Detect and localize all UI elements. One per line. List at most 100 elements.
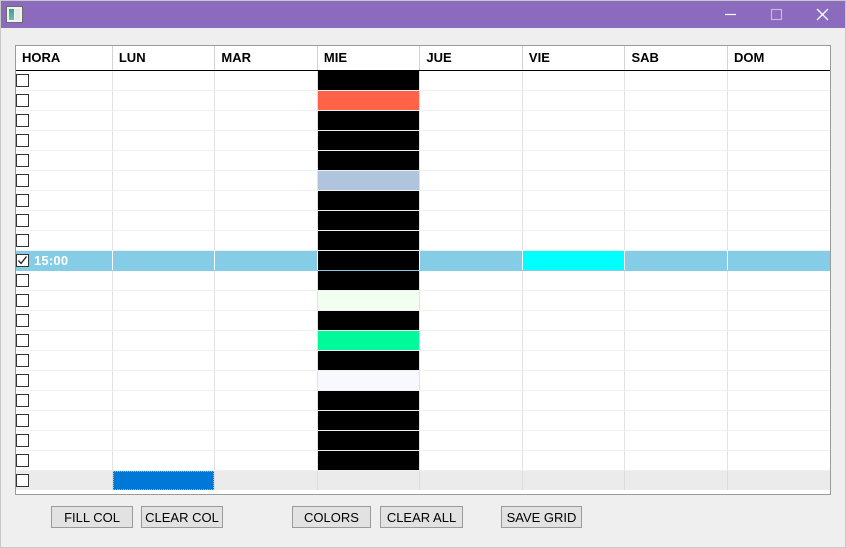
row-checkbox[interactable]	[16, 373, 29, 387]
cell-dom[interactable]	[727, 230, 830, 251]
cell-mar[interactable]	[214, 430, 318, 451]
cell-jue[interactable]	[419, 130, 523, 151]
cell-sab[interactable]	[624, 350, 728, 371]
cell-vie[interactable]	[522, 210, 626, 231]
cell-jue[interactable]	[419, 170, 523, 191]
table-row[interactable]	[16, 469, 830, 490]
cell-mie[interactable]	[317, 210, 421, 231]
column-header-jue[interactable]: JUE	[419, 46, 523, 71]
cell-sab[interactable]	[624, 370, 728, 391]
cell-dom[interactable]	[727, 190, 830, 211]
table-row[interactable]	[16, 210, 830, 231]
cell-dom[interactable]	[727, 150, 830, 171]
cell-lun[interactable]	[112, 190, 216, 211]
cell-jue[interactable]	[419, 210, 523, 231]
cell-vie[interactable]	[522, 350, 626, 371]
cell-hora[interactable]	[16, 110, 113, 131]
row-checkbox[interactable]	[16, 273, 29, 287]
cell-dom[interactable]	[727, 310, 830, 331]
cell-lun[interactable]	[112, 310, 216, 331]
cell-vie[interactable]	[522, 430, 626, 451]
cell-hora[interactable]	[16, 290, 113, 311]
cell-jue[interactable]	[419, 430, 523, 451]
cell-mar[interactable]	[214, 270, 318, 291]
column-header-sab[interactable]: SAB	[624, 46, 728, 71]
cell-lun[interactable]	[112, 290, 216, 311]
cell-sab[interactable]	[624, 469, 728, 490]
row-checkbox[interactable]	[16, 453, 29, 467]
cell-mar[interactable]	[214, 170, 318, 191]
table-row[interactable]	[16, 230, 830, 251]
cell-mie[interactable]	[317, 190, 421, 211]
cell-jue[interactable]	[419, 370, 523, 391]
table-row[interactable]	[16, 410, 830, 431]
cell-sab[interactable]	[624, 290, 728, 311]
cell-lun[interactable]	[112, 70, 216, 91]
cell-mie[interactable]	[317, 150, 421, 171]
cell-mie[interactable]	[317, 290, 421, 311]
cell-mie[interactable]	[317, 450, 421, 471]
cell-mie[interactable]	[317, 250, 421, 271]
table-row[interactable]	[16, 390, 830, 411]
cell-vie[interactable]	[522, 250, 626, 271]
cell-mie[interactable]	[317, 330, 421, 351]
colors-button[interactable]: COLORS	[292, 506, 371, 528]
cell-sab[interactable]	[624, 210, 728, 231]
cell-lun[interactable]	[112, 250, 216, 271]
cell-sab[interactable]	[624, 410, 728, 431]
minimize-button[interactable]	[707, 1, 753, 28]
table-row[interactable]	[16, 430, 830, 451]
row-checkbox[interactable]	[16, 113, 29, 127]
cell-mar[interactable]	[214, 90, 318, 111]
maximize-button[interactable]	[753, 1, 799, 28]
cell-vie[interactable]	[522, 150, 626, 171]
cell-jue[interactable]	[419, 410, 523, 431]
cell-mie[interactable]	[317, 390, 421, 411]
cell-hora[interactable]	[16, 70, 113, 91]
cell-sab[interactable]	[624, 110, 728, 131]
cell-lun[interactable]	[112, 110, 216, 131]
cell-vie[interactable]	[522, 270, 626, 291]
cell-dom[interactable]	[727, 270, 830, 291]
cell-mie[interactable]	[317, 310, 421, 331]
cell-hora[interactable]	[16, 330, 113, 351]
cell-dom[interactable]	[727, 130, 830, 151]
cell-mar[interactable]	[214, 230, 318, 251]
cell-lun[interactable]	[112, 390, 216, 411]
cell-mie[interactable]	[317, 90, 421, 111]
cell-hora[interactable]	[16, 430, 113, 451]
cell-dom[interactable]	[727, 70, 830, 91]
clear-col-button[interactable]: CLEAR COL	[141, 506, 223, 528]
fill-col-button[interactable]: FILL COL	[51, 506, 133, 528]
cell-jue[interactable]	[419, 270, 523, 291]
cell-jue[interactable]	[419, 390, 523, 411]
cell-sab[interactable]	[624, 190, 728, 211]
cell-vie[interactable]	[522, 110, 626, 131]
cell-sab[interactable]	[624, 250, 728, 271]
row-checkbox[interactable]	[16, 353, 29, 367]
cell-mie[interactable]	[317, 430, 421, 451]
save-grid-button[interactable]: SAVE GRID	[501, 506, 582, 528]
cell-vie[interactable]	[522, 390, 626, 411]
cell-jue[interactable]	[419, 90, 523, 111]
cell-mar[interactable]	[214, 330, 318, 351]
cell-hora[interactable]	[16, 270, 113, 291]
cell-dom[interactable]	[727, 210, 830, 231]
cell-dom[interactable]	[727, 410, 830, 431]
cell-dom[interactable]	[727, 90, 830, 111]
cell-mie[interactable]	[317, 110, 421, 131]
cell-vie[interactable]	[522, 130, 626, 151]
cell-mie[interactable]	[317, 170, 421, 191]
cell-mar[interactable]	[214, 210, 318, 231]
row-checkbox[interactable]	[16, 473, 29, 487]
cell-lun[interactable]	[112, 210, 216, 231]
cell-lun[interactable]	[112, 130, 216, 151]
cell-mie[interactable]	[317, 270, 421, 291]
row-checkbox[interactable]	[16, 413, 29, 427]
cell-hora[interactable]	[16, 170, 113, 191]
row-checkbox[interactable]	[16, 173, 29, 187]
cell-dom[interactable]	[727, 290, 830, 311]
cell-hora[interactable]	[16, 370, 113, 391]
cell-hora[interactable]	[16, 410, 113, 431]
cell-mar[interactable]	[214, 450, 318, 471]
